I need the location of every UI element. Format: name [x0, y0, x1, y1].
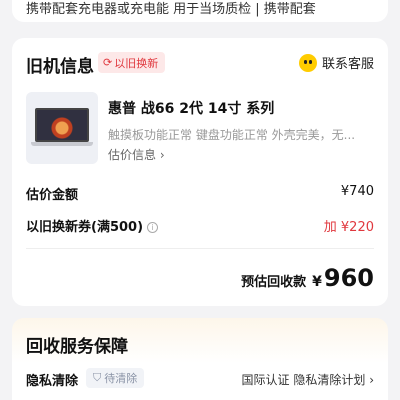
coupon-amount: ¥220 — [340, 220, 374, 235]
product-name: 惠普 战66 2代 14寸 系列 — [108, 101, 275, 117]
laptop-screen — [35, 108, 89, 142]
total-amount: 960 — [323, 264, 374, 292]
service-guarantee-card: 回收服务保障 隐私清除 ⛉ 待清除 国际认证 隐私清除计划 › — [12, 318, 388, 400]
total-estimate: 预估回收款 ¥ 960 — [241, 264, 374, 292]
coupon-row-label: 以旧换新券(满500) i — [26, 216, 159, 235]
privacy-plan-link[interactable]: 国际认证 隐私清除计划 › — [242, 371, 374, 388]
chevron-right-icon: › — [159, 148, 165, 162]
product-description: 触摸板功能正常 键盘功能正常 外壳完美，无... — [108, 128, 356, 142]
divider — [26, 248, 374, 249]
privacy-plan-label: 国际认证 隐私清除计划 — [241, 373, 366, 387]
guarantee-title: 回收服务保障 — [26, 337, 128, 357]
estimate-amount-value: ¥740 — [340, 184, 374, 199]
top-card: 携带配套充电器或充电能 用于当场质检 | 携带配套 — [12, 0, 388, 22]
badge-label: 以旧换新 — [114, 56, 159, 70]
coupon-prefix: 加 — [323, 220, 337, 235]
estimate-amount-label: 估价金额 — [26, 188, 79, 203]
coupon-label: 以旧换新券(满500) — [26, 220, 144, 235]
estimate-info-label: 估价信息 — [108, 148, 157, 162]
contact-service-button[interactable]: 联系客服 — [298, 53, 374, 72]
pending-badge: ⛉ 待清除 — [86, 368, 145, 388]
card-title: 旧机信息 — [26, 57, 94, 77]
estimate-info-link[interactable]: 估价信息 › — [108, 146, 165, 163]
top-card-text: 携带配套充电器或充电能 用于当场质检 | 携带配套 — [26, 2, 316, 17]
pending-label: 待清除 — [104, 372, 138, 385]
product-image — [26, 92, 98, 164]
privacy-clear-label: 隐私清除 — [26, 374, 79, 389]
chevron-right-icon: › — [369, 373, 374, 387]
refresh-icon: ⟳ — [103, 56, 113, 69]
total-label: 预估回收款 — [241, 275, 307, 290]
smile-icon — [298, 53, 317, 72]
old-device-card: 旧机信息 ⟳ 以旧换新 联系客服 惠普 战66 2代 14寸 系列 触摸板功能正… — [12, 38, 388, 306]
coupon-value: 加 ¥220 — [324, 216, 374, 235]
info-icon[interactable]: i — [147, 222, 159, 233]
service-label: 联系客服 — [321, 57, 374, 72]
total-currency: ¥ — [312, 274, 322, 290]
shield-icon: ⛉ — [93, 371, 102, 384]
trade-in-badge: ⟳ 以旧换新 — [98, 52, 166, 73]
laptop-base — [31, 142, 93, 146]
